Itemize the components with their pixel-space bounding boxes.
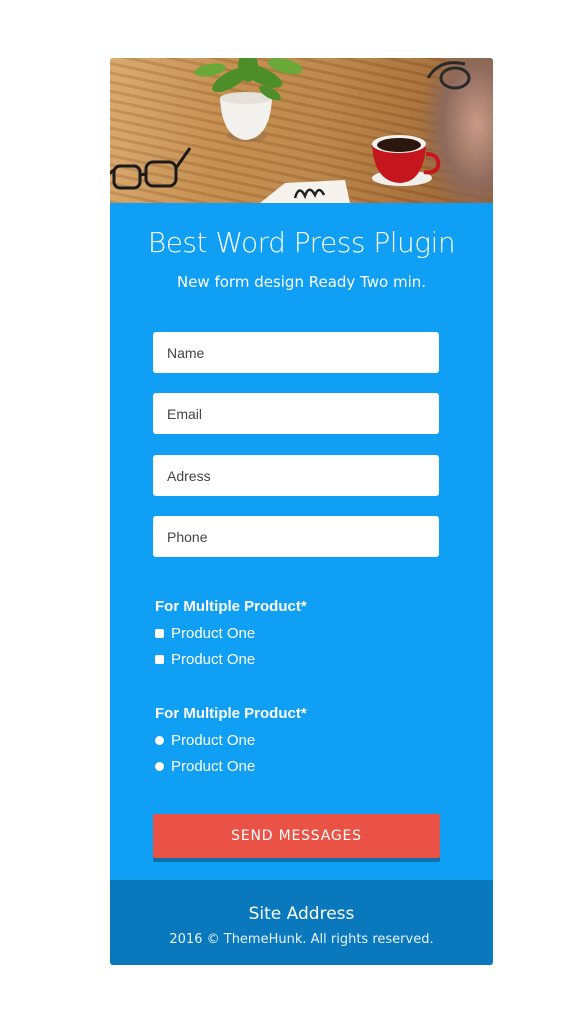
product-radio-2[interactable]: Product One bbox=[155, 756, 255, 776]
product-radio-label: Product One bbox=[171, 731, 256, 749]
product-checkbox-label: Product One bbox=[171, 624, 256, 642]
radio-group-title: For Multiple Product* bbox=[155, 705, 307, 722]
radio-icon[interactable] bbox=[155, 735, 164, 745]
product-radio-label: Product One bbox=[171, 757, 256, 775]
product-radio-1[interactable]: Product One bbox=[155, 730, 255, 750]
footer: Site Address 2016 © ThemeHunk. All right… bbox=[110, 880, 493, 965]
product-checkbox-2[interactable]: Product One bbox=[155, 649, 255, 669]
page-subtitle: New form design Ready Two min. bbox=[176, 273, 427, 291]
checkbox-icon[interactable] bbox=[155, 654, 164, 664]
contact-form-card: Best Word Press Plugin New form design R… bbox=[110, 58, 493, 965]
product-checkbox-label: Product One bbox=[171, 650, 256, 668]
email-input[interactable] bbox=[153, 393, 439, 434]
radio-icon[interactable] bbox=[155, 761, 164, 771]
checkbox-icon[interactable] bbox=[155, 628, 164, 638]
checkbox-group-title: For Multiple Product* bbox=[155, 598, 307, 615]
site-address: Site Address bbox=[248, 904, 355, 924]
phone-input[interactable] bbox=[153, 516, 439, 557]
product-checkbox-1[interactable]: Product One bbox=[155, 623, 255, 643]
name-input[interactable] bbox=[153, 332, 439, 373]
send-messages-button[interactable]: SEND MESSAGES bbox=[153, 814, 440, 858]
hero-image bbox=[110, 58, 493, 203]
address-input[interactable] bbox=[153, 455, 439, 496]
page-title: Best Word Press Plugin bbox=[147, 226, 456, 259]
copyright-text: 2016 © ThemeHunk. All rights reserved. bbox=[169, 932, 434, 947]
